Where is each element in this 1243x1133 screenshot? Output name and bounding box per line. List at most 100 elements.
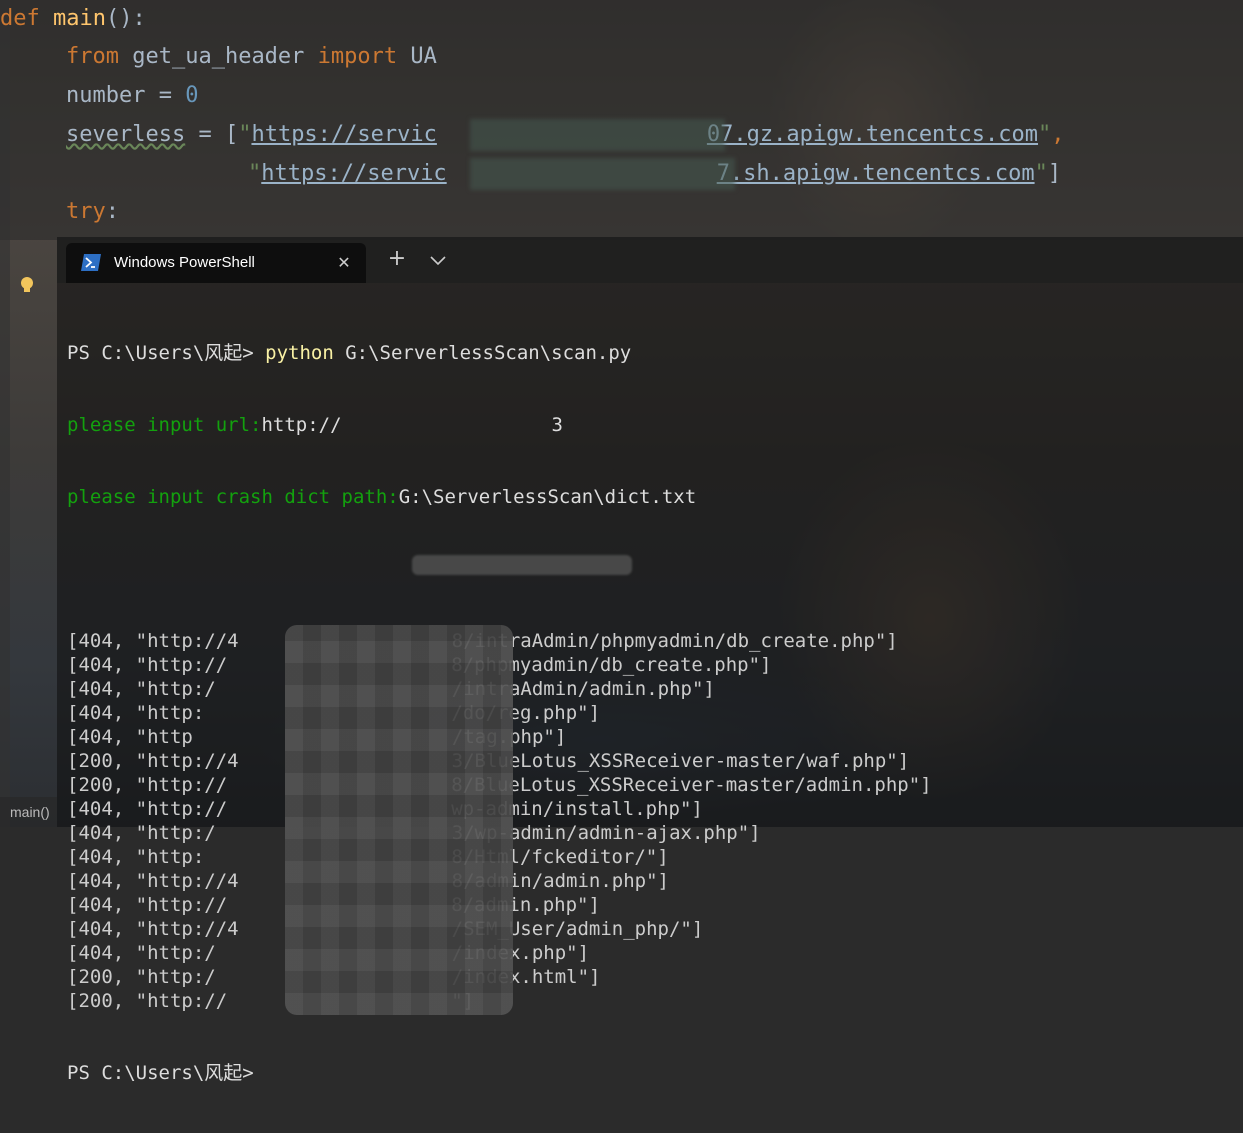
terminal-window[interactable]: Windows PowerShell ✕ + PS C:\Users\风起> p… <box>57 237 1243 1084</box>
result-host: "http:// <box>135 774 228 796</box>
list-item: [404, "http://4/SEM_User/admin_php/"] <box>67 917 1237 941</box>
close-icon[interactable]: ✕ <box>334 253 354 273</box>
terminal-output[interactable]: PS C:\Users\风起> python G:\ServerlessScan… <box>67 293 1237 1133</box>
bracket: [ <box>67 630 79 652</box>
list-item: [200, "http://4 3/BlueLotus_XSSReceiver-m… <box>67 749 1237 773</box>
bracket: [ <box>67 942 79 964</box>
result-host: "http:/ <box>135 822 216 844</box>
status-code: 404 <box>78 822 113 844</box>
result-host: "http://4 <box>135 750 239 772</box>
result-host: "http:/ <box>135 678 216 700</box>
keyword: try <box>66 199 106 224</box>
breadcrumb[interactable]: main() <box>0 797 57 827</box>
string-quote: " <box>1038 122 1052 147</box>
separator: , <box>112 918 136 940</box>
separator: , <box>112 726 136 748</box>
result-path: 8/BlueLotus_XSSReceiver-master/admin.php… <box>451 774 932 796</box>
redaction-blur <box>412 555 632 575</box>
code-text: get_ua_header <box>132 44 318 69</box>
result-path: 8/intraAdmin/phpmyadmin/db_create.php"] <box>451 630 898 652</box>
separator: , <box>112 990 136 1012</box>
result-host: "http:/ <box>135 942 216 964</box>
status-code: 404 <box>78 942 113 964</box>
url-string[interactable]: 7.sh.apigw.tencentcs.com <box>717 161 1035 186</box>
code-text: : <box>105 199 119 224</box>
bracket: [ <box>67 726 79 748</box>
bracket: [ <box>67 822 79 844</box>
redaction-blur <box>470 158 735 190</box>
list-item: [404, "http://intraAdmin/admin.php"] <box>67 677 1237 701</box>
bracket: [ <box>67 774 79 796</box>
list-item: [404, "http://4 8/admin/admin.php"] <box>67 869 1237 893</box>
code-line-number: number = 0 <box>66 78 198 114</box>
code-editor[interactable]: def main(): from get_ua_header import UA… <box>0 0 1243 827</box>
separator: , <box>112 750 136 772</box>
status-code: 404 <box>78 678 113 700</box>
command: python <box>265 342 334 364</box>
new-tab-button[interactable]: + <box>385 247 409 271</box>
status-code: 200 <box>78 990 113 1012</box>
result-host: "http:// <box>135 894 228 916</box>
list-item: [404, "http://wp-admin/install.php"] <box>67 797 1237 821</box>
result-host: "http://4 <box>135 870 239 892</box>
keyword: from <box>66 44 133 69</box>
status-code: 404 <box>78 702 113 724</box>
variable-name: number <box>66 83 146 108</box>
prompt: PS C:\Users\风起> <box>67 1062 254 1084</box>
code-line-try: try: <box>66 194 119 230</box>
status-code: 200 <box>78 966 113 988</box>
keyword: import <box>317 44 411 69</box>
status-code: 404 <box>78 870 113 892</box>
bracket: [ <box>67 990 79 1012</box>
url-string[interactable]: https://servic <box>251 122 436 147</box>
result-host: "http:// <box>135 654 228 676</box>
status-code: 200 <box>78 750 113 772</box>
list-item: [404, "http://8/admin.php"] <box>67 893 1237 917</box>
separator: , <box>112 630 136 652</box>
status-code: 404 <box>78 918 113 940</box>
result-host: "http://4 <box>135 630 239 652</box>
lightbulb-icon[interactable] <box>19 276 35 294</box>
redaction-blur <box>470 119 725 151</box>
dict-input-line: please input crash dict path:G:\Serverle… <box>67 485 1237 509</box>
url-string[interactable]: 07.gz.apigw.tencentcs.com <box>707 122 1038 147</box>
result-host: "http:/ <box>135 966 216 988</box>
bracket: [ <box>67 678 79 700</box>
result-host: "http: <box>135 846 205 868</box>
code-line-def: def main(): <box>0 1 146 37</box>
list-item: [200, "http://"] <box>67 989 1237 1013</box>
chevron-down-icon[interactable] <box>427 249 449 271</box>
url-value: http:// <box>261 414 342 436</box>
bracket: [ <box>67 654 79 676</box>
separator: , <box>112 654 136 676</box>
separator: , <box>112 894 136 916</box>
bracket: [ <box>67 750 79 772</box>
editor-gutter <box>0 0 10 827</box>
tab-title: Windows PowerShell <box>114 254 255 271</box>
status-code: 200 <box>78 774 113 796</box>
result-host: "http://4 <box>135 918 239 940</box>
code-text: ] <box>1047 161 1062 186</box>
status-code: 404 <box>78 654 113 676</box>
result-host: "http:// <box>135 798 228 820</box>
separator: , <box>112 678 136 700</box>
result-host: "http: <box>135 702 205 724</box>
list-item: [404, "http: 8/Html/fckeditor/"] <box>67 845 1237 869</box>
code-text: = <box>145 83 186 108</box>
tab-powershell[interactable]: Windows PowerShell ✕ <box>66 243 366 283</box>
list-item: [404, "http:/do/reg.php"] <box>67 701 1237 725</box>
url-input-line: please input url:http:// 3 <box>67 413 1237 437</box>
bracket: [ <box>67 702 79 724</box>
code-text: UA <box>410 44 437 69</box>
url-string[interactable]: https://servic <box>261 161 446 186</box>
results-list: [404, "http://4 8/intraAdmin/phpmyadmin/d… <box>67 629 1237 1013</box>
status-code: 404 <box>78 846 113 868</box>
url-value-tail: 3 <box>551 414 563 436</box>
command-line: PS C:\Users\风起> python G:\ServerlessScan… <box>67 341 1237 365</box>
list-item: [200, "http:// 8/BlueLotus_XSSReceiver-ma… <box>67 773 1237 797</box>
bracket: [ <box>67 966 79 988</box>
dict-label: please input crash dict path: <box>67 486 399 508</box>
status-code: 404 <box>78 798 113 820</box>
code-text: , <box>1051 122 1065 147</box>
